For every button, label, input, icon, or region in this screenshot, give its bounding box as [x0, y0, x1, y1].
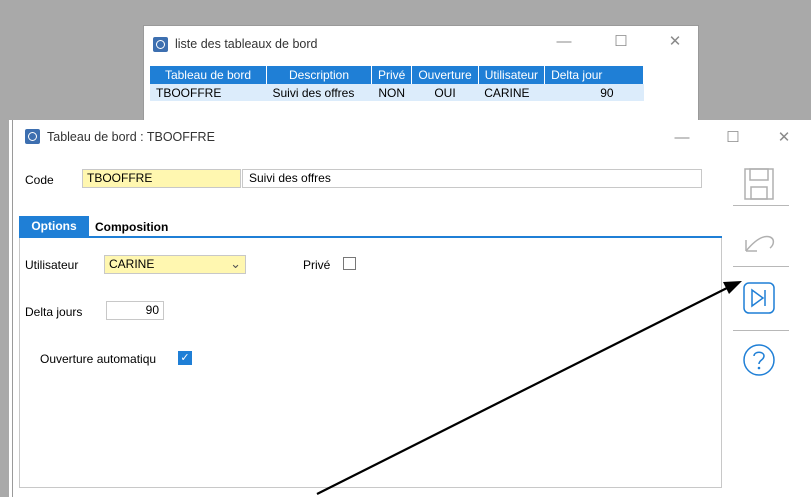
utilisateur-value: CARINE: [109, 257, 155, 271]
column-header[interactable]: Utilisateur: [478, 66, 546, 84]
maximize-icon[interactable]: ☐: [611, 32, 631, 52]
minimize-icon[interactable]: —: [554, 32, 574, 52]
description-field[interactable]: Suivi des offres: [242, 169, 702, 188]
minimize-icon[interactable]: —: [671, 127, 693, 149]
close-icon[interactable]: ✕: [665, 32, 685, 52]
table-cell: OUI: [411, 84, 479, 101]
help-button[interactable]: [741, 342, 777, 378]
dashboard-window-titlebar: Tableau de bord : TBOOFFRE: [25, 129, 215, 144]
column-header[interactable]: Tableau de bord: [150, 66, 267, 84]
maximize-icon[interactable]: ☐: [722, 127, 744, 149]
close-icon[interactable]: ✕: [773, 127, 795, 149]
skip-forward-icon: [743, 282, 775, 314]
table-cell: CARINE: [478, 84, 545, 101]
table-cell: 90: [544, 84, 644, 101]
prive-label: Privé: [303, 258, 331, 272]
table-cell: Suivi des offres: [266, 84, 372, 101]
table-cell: TBOOFFRE: [150, 84, 267, 101]
tab-composition[interactable]: Composition: [95, 219, 168, 235]
code-field[interactable]: TBOOFFRE: [82, 169, 241, 188]
delta-jours-label: Delta jours: [25, 305, 83, 319]
ouverture-checkbox[interactable]: ✓: [178, 351, 192, 365]
dashboards-table: Tableau de bord Description Privé Ouvert…: [150, 66, 645, 101]
prive-checkbox[interactable]: [343, 257, 356, 270]
dashboard-window: Tableau de bord : TBOOFFRE — ☐ ✕ Code TB…: [12, 120, 811, 497]
list-window: liste des tableaux de bord — ☐ ✕ Tableau…: [143, 25, 699, 125]
tab-options[interactable]: Options: [19, 216, 89, 237]
app-icon: [153, 36, 168, 52]
column-header[interactable]: Delta jour: [544, 66, 645, 84]
save-icon: [744, 168, 774, 200]
column-header[interactable]: Privé: [371, 66, 413, 84]
table-row[interactable]: TBOOFFRE Suivi des offres NON OUI CARINE…: [150, 84, 644, 101]
toolbar-separator: [733, 266, 789, 267]
utilisateur-select[interactable]: CARINE ⌄: [104, 255, 246, 274]
toolbar-separator: [733, 205, 789, 206]
desktop-background-left: [0, 0, 9, 497]
next-button[interactable]: [741, 280, 777, 316]
list-window-titlebar: liste des tableaux de bord: [153, 34, 317, 54]
list-window-title: liste des tableaux de bord: [175, 37, 318, 51]
dashboard-window-title: Tableau de bord : TBOOFFRE: [47, 129, 215, 144]
ouverture-label: Ouverture automatiqu: [40, 352, 157, 366]
delta-jours-field[interactable]: 90: [106, 301, 164, 320]
utilisateur-label: Utilisateur: [25, 258, 79, 272]
toolbar-separator: [733, 330, 789, 331]
column-header[interactable]: Ouverture: [411, 66, 479, 84]
table-cell: NON: [371, 84, 412, 101]
app-icon: [25, 129, 40, 144]
code-label: Code: [25, 173, 54, 187]
column-header[interactable]: Description: [266, 66, 372, 84]
undo-button[interactable]: [741, 225, 777, 261]
save-button[interactable]: [741, 166, 777, 202]
undo-icon: [745, 235, 775, 252]
help-icon: [743, 344, 775, 376]
chevron-down-icon[interactable]: ⌄: [230, 255, 241, 272]
table-header-row: Tableau de bord Description Privé Ouvert…: [150, 66, 645, 84]
